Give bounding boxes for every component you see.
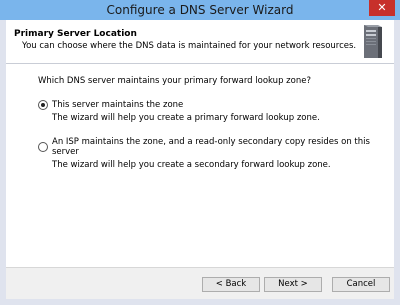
option-isp[interactable]: An ISP maintains the zone, and a read-on… [38,137,394,170]
option-this-server-label: This server maintains the zone [52,100,184,110]
wizard-header: Primary Server Location You can choose w… [6,20,394,64]
option-this-server[interactable]: This server maintains the zone The wizar… [38,100,320,123]
option-this-server-description: The wizard will help you create a primar… [52,113,320,123]
question-label: Which DNS server maintains your primary … [38,76,311,86]
wizard-content: Primary Server Location You can choose w… [6,20,394,299]
back-button[interactable]: < Back [202,277,260,292]
header-title: Primary Server Location [14,29,137,39]
window-title: Configure a DNS Server Wizard [106,3,294,17]
radio-this-server[interactable] [38,100,48,110]
server-icon [364,25,382,58]
cancel-button[interactable]: Cancel [332,277,390,292]
button-bar: < Back Next > Cancel [6,267,394,299]
close-button[interactable]: ✕ [369,0,395,16]
next-button[interactable]: Next > [264,277,322,292]
option-isp-label: An ISP maintains the zone, and a read-on… [52,137,370,157]
wizard-window: Configure a DNS Server Wizard ✕ Primary … [0,0,400,305]
header-subtitle: You can choose where the DNS data is mai… [22,41,357,51]
radio-isp[interactable] [38,142,48,152]
option-isp-description: The wizard will help you create a second… [52,160,331,170]
title-bar: Configure a DNS Server Wizard ✕ [0,0,400,20]
